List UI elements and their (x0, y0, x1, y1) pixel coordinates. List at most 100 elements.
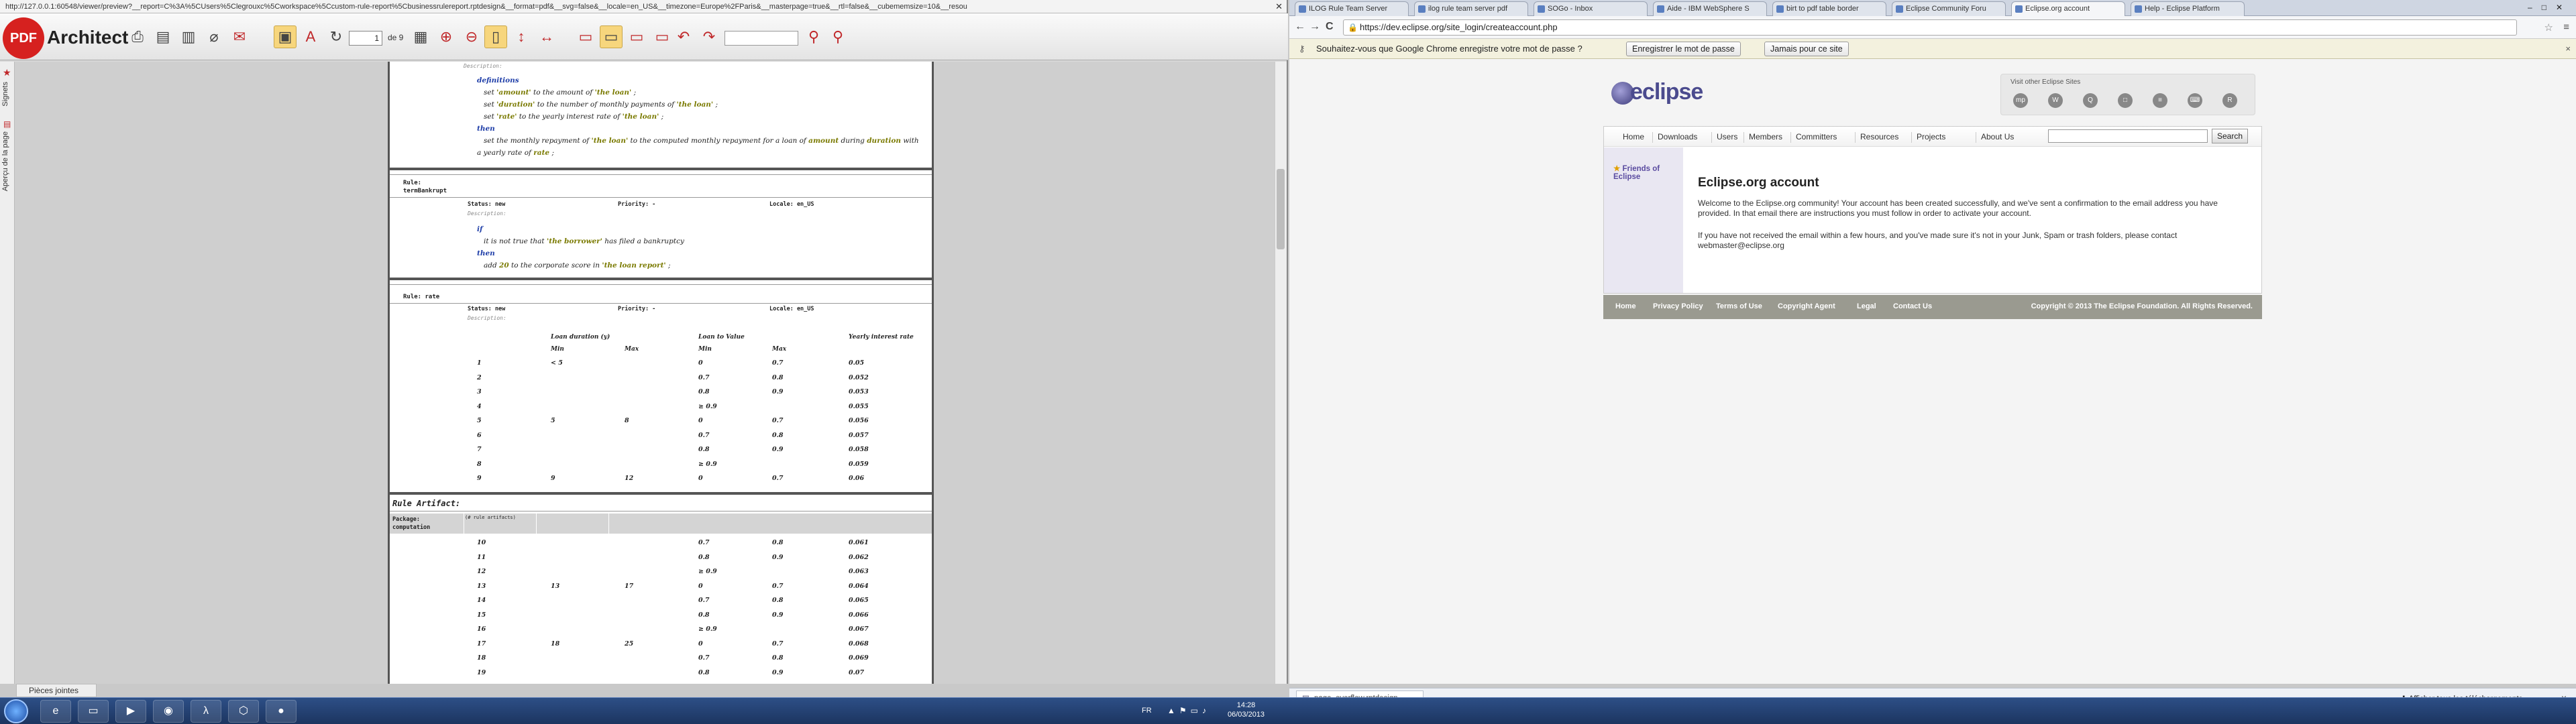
table-cell: 0.7 (698, 373, 710, 381)
description-label: Description: (464, 63, 502, 69)
table-cell: 0.7 (772, 359, 784, 367)
footer-link[interactable]: Terms of Use (1716, 302, 1762, 310)
language-indicator[interactable]: FR (1142, 707, 1152, 715)
viewer-url-bar[interactable]: http://127.0.0.1:60548/viewer/preview?__… (0, 0, 1287, 13)
scan-icon[interactable]: ▥ (177, 25, 200, 48)
start-button[interactable] (4, 699, 28, 723)
layout-three-icon[interactable]: ▭ (625, 25, 648, 48)
redo-icon[interactable]: ↷ (698, 25, 720, 48)
app-icon[interactable]: ⬡ (228, 700, 259, 723)
eclipse-site-icon[interactable]: Q (2083, 93, 2098, 108)
app-icon[interactable]: λ (191, 700, 221, 723)
eclipse-search-button[interactable]: Search (2212, 129, 2248, 143)
col-header-min: Min (551, 346, 564, 353)
undo-icon[interactable]: ↶ (672, 25, 695, 48)
layout-one-icon[interactable]: ▭ (574, 25, 597, 48)
eclipse-site-icon[interactable]: ⌨ (2188, 93, 2202, 108)
footer-link[interactable]: Privacy Policy (1653, 302, 1703, 310)
friends-of-eclipse-link[interactable]: ★ Friends of Eclipse (1613, 164, 1683, 181)
then-line: add 20 to the corporate score in 'the lo… (484, 261, 671, 269)
layout-four-icon[interactable]: ▭ (651, 25, 674, 48)
find-next-icon[interactable]: ⚲ (826, 25, 849, 48)
browser-tab[interactable]: ILOG Rule Team Server (1295, 1, 1409, 16)
media-player-icon[interactable]: ▶ (115, 700, 146, 723)
rotate-icon[interactable]: ↻ (325, 25, 347, 48)
eclipse-site-icon[interactable]: W (2048, 93, 2063, 108)
eclipse-search-input[interactable] (2048, 129, 2208, 143)
footer-link[interactable]: Copyright Agent (1778, 302, 1835, 310)
address-bar[interactable]: 🔒 https://dev.eclipse.org/site_login/crea… (1343, 19, 2517, 36)
page-number-input[interactable]: 1 (349, 31, 382, 46)
nav-link[interactable]: Downloads (1658, 132, 1697, 141)
favicon-icon (1896, 5, 1903, 13)
menu-icon[interactable]: ≡ (2563, 21, 2569, 33)
nav-link[interactable]: Resources (1860, 132, 1898, 141)
browser-tab[interactable]: Eclipse.org account (2011, 1, 2125, 16)
table-cell: 11 (477, 553, 486, 561)
eclipse-site-icon[interactable]: mp (2013, 93, 2028, 108)
close-icon[interactable]: ✕ (1275, 1, 1283, 12)
browser-tab[interactable]: SOGo - Inbox (1534, 1, 1648, 16)
clock[interactable]: 14:28 06/03/2013 (1228, 701, 1265, 719)
layout-two-icon[interactable]: ▭ (600, 25, 623, 48)
forward-button[interactable]: → (1309, 21, 1320, 33)
footer-link[interactable]: Contact Us (1893, 302, 1932, 310)
eclipse-site-icon[interactable]: ≡ (2153, 93, 2167, 108)
print-icon[interactable]: ⎙ (126, 25, 149, 48)
browser-tab[interactable]: Help - Eclipse Platform (2131, 1, 2245, 16)
browser-tab[interactable]: Aide - IBM WebSphere S (1653, 1, 1767, 16)
nav-link[interactable]: Projects (1917, 132, 1945, 141)
nav-link[interactable]: About Us (1981, 132, 2014, 141)
highlight-icon[interactable]: ▣ (274, 25, 297, 48)
window-controls[interactable]: –□✕ (2528, 3, 2572, 12)
tray-icons[interactable]: ▲⚑▭♪ (1167, 706, 1210, 715)
nav-link[interactable]: Home (1623, 132, 1644, 141)
definitions-keyword: definitions (477, 76, 519, 84)
footer-link[interactable]: Home (1615, 302, 1636, 310)
eclipse-logo[interactable]: eclipse (1611, 79, 1703, 105)
eclipse-site-icon[interactable]: □ (2118, 93, 2133, 108)
attachments-tab[interactable]: Pièces jointes (16, 684, 97, 697)
chrome-icon[interactable]: ◉ (153, 700, 184, 723)
explorer-icon[interactable]: ▭ (78, 700, 109, 723)
bookmark-star-icon[interactable]: ☆ (2544, 21, 2553, 34)
email-icon[interactable]: ✉ (228, 25, 251, 48)
browser-tab[interactable]: ilog rule team server pdf (1414, 1, 1528, 16)
single-page-icon[interactable]: ▯ (484, 25, 507, 48)
fit-height-icon[interactable]: ↕ (510, 25, 533, 48)
close-infobar-icon[interactable]: × (2565, 39, 2571, 59)
nav-link[interactable]: Users (1717, 132, 1737, 141)
nav-link[interactable]: Members (1749, 132, 1782, 141)
zoom-in-icon[interactable]: ⊕ (435, 25, 458, 48)
browser-tab[interactable]: Eclipse Community Foru (1892, 1, 2006, 16)
bookmarks-tab[interactable]: Signets (1, 82, 9, 107)
back-button[interactable]: ← (1295, 21, 1305, 33)
priority-label: Priority: - (618, 306, 656, 312)
ie-icon[interactable]: e (40, 700, 71, 723)
page-view-icon[interactable]: ▦ (409, 25, 432, 48)
find-input[interactable] (724, 31, 798, 46)
bookmark-icon[interactable]: ★ (3, 67, 11, 78)
scrollbar-thumb[interactable] (1277, 169, 1285, 249)
attach-icon[interactable]: ⌀ (203, 25, 225, 48)
page-preview-tab[interactable]: Aperçu de la page (1, 131, 9, 191)
eclipse-site-icon[interactable]: R (2222, 93, 2237, 108)
table-cell: ≥ 0.9 (698, 402, 717, 410)
zoom-out-icon[interactable]: ⊖ (460, 25, 483, 48)
footer-link[interactable]: Legal (1857, 302, 1876, 310)
table-cell: 4 (477, 402, 482, 410)
fit-width-icon[interactable]: ↔ (535, 25, 558, 48)
never-for-site-button[interactable]: Jamais pour ce site (1764, 42, 1849, 56)
text-icon[interactable]: A (299, 25, 322, 48)
eclipse-icon[interactable]: ● (266, 700, 297, 723)
vertical-scrollbar[interactable] (1275, 62, 1287, 684)
save-icon[interactable]: ▤ (152, 25, 174, 48)
reload-button[interactable]: C (1326, 21, 1334, 33)
table-cell: 16 (477, 625, 486, 633)
nav-link[interactable]: Committers (1796, 132, 1837, 141)
find-icon[interactable]: ⚲ (802, 25, 825, 48)
thumbnail-icon[interactable]: ▤ (3, 119, 11, 129)
browser-tab[interactable]: birt to pdf table border (1772, 1, 1886, 16)
save-password-button[interactable]: Enregistrer le mot de passe (1626, 42, 1741, 56)
webpage: eclipse Visit other Eclipse Sites mp W Q □ ≡… (1289, 59, 2576, 684)
